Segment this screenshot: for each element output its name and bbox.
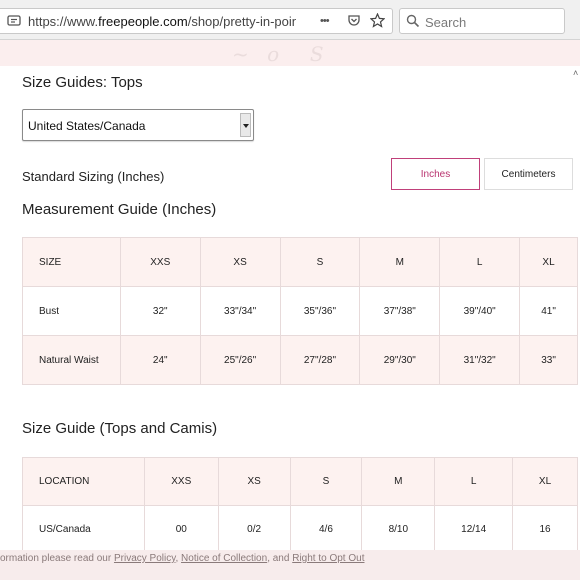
table-cell: 33"	[519, 335, 578, 385]
table-cell: 33"/34"	[199, 286, 281, 336]
table-cell: 25"/26"	[199, 335, 281, 385]
table-header-cell: LOCATION	[22, 457, 145, 506]
more-actions-icon[interactable]: •••	[320, 14, 330, 28]
table-header-cell: XXS	[143, 457, 219, 506]
table-cell: 39"/40"	[439, 286, 521, 336]
cookie-notice-bar: ormation please read our Privacy Policy,…	[0, 550, 580, 580]
measurement-guide-title: Measurement Guide (Inches)	[22, 201, 217, 218]
table-cell: 31"/32"	[439, 335, 521, 385]
table-cell: 00	[143, 505, 219, 554]
browser-toolbar: https://www.freepeople.com/shop/pretty-i…	[0, 0, 580, 40]
table-header-cell: L	[439, 237, 521, 287]
table-row: US/Canada 00 0/2 4/6 8/10 12/14 16	[22, 505, 578, 554]
table-header-cell: SIZE	[22, 237, 121, 287]
table-header-cell: M	[359, 237, 441, 287]
search-bar[interactable]: Search	[399, 8, 565, 34]
table-cell: 8/10	[361, 505, 436, 554]
search-icon	[406, 14, 420, 31]
table-header-cell: L	[434, 457, 514, 506]
size-guide-title: Size Guides: Tops	[22, 74, 143, 91]
measurement-table: SIZE XXS XS S M L XL Bust 32" 33"/34" 35…	[22, 237, 578, 385]
table-cell: 41"	[519, 286, 578, 336]
table-row: Bust 32" 33"/34" 35"/36" 37"/38" 39"/40"…	[22, 286, 578, 336]
page-info-icon[interactable]	[7, 14, 21, 31]
url-path: /shop/pretty-in-pointe	[187, 14, 296, 29]
table-header-cell: XL	[512, 457, 578, 506]
cookie-notice-text: ormation please read our Privacy Policy,…	[0, 553, 364, 564]
tops-size-table: LOCATION XXS XS S M L XL US/Canada 00 0/…	[22, 457, 578, 554]
tops-size-guide-title: Size Guide (Tops and Camis)	[22, 420, 218, 437]
table-cell: 0/2	[217, 505, 291, 554]
chevron-down-icon[interactable]	[240, 113, 251, 137]
url-bar[interactable]: https://www.freepeople.com/shop/pretty-i…	[0, 8, 393, 34]
table-cell: 4/6	[289, 505, 363, 554]
table-row: Natural Waist 24" 25"/26" 27"/28" 29"/30…	[22, 335, 578, 385]
page-banner: ~ o S	[0, 40, 580, 66]
region-select-value: United States/Canada	[28, 119, 146, 133]
cookie-and-text: , and	[267, 553, 293, 564]
region-select[interactable]: United States/Canada	[22, 109, 254, 141]
url-host: freepeople.com	[98, 14, 188, 29]
table-header-row: LOCATION XXS XS S M L XL	[22, 457, 578, 506]
pocket-icon[interactable]	[347, 14, 361, 31]
table-cell: 29"/30"	[359, 335, 441, 385]
table-cell: US/Canada	[22, 505, 145, 554]
bookmark-star-icon[interactable]	[369, 12, 386, 31]
notice-of-collection-link[interactable]: Notice of Collection	[181, 553, 267, 564]
table-header-cell: S	[279, 237, 361, 287]
table-cell: 24"	[119, 335, 201, 385]
privacy-policy-link[interactable]: Privacy Policy	[114, 553, 176, 564]
banner-logo-script: ~ o S	[232, 42, 342, 66]
table-cell: 12/14	[434, 505, 514, 554]
table-cell: 16	[512, 505, 578, 554]
table-header-cell: XS	[217, 457, 291, 506]
table-cell: 32"	[119, 286, 201, 336]
url-text[interactable]: https://www.freepeople.com/shop/pretty-i…	[28, 14, 296, 29]
url-prefix: https://www.	[28, 14, 99, 29]
table-cell: 27"/28"	[279, 335, 361, 385]
right-to-opt-out-link[interactable]: Right to Opt Out	[292, 553, 364, 564]
inches-button[interactable]: Inches	[391, 158, 480, 190]
table-header-cell: XXS	[119, 237, 201, 287]
scrollbar-arrow-icon[interactable]: ˄	[573, 68, 578, 78]
table-header-cell: S	[289, 457, 363, 506]
standard-sizing-label: Standard Sizing (Inches)	[22, 169, 165, 184]
table-header-row: SIZE XXS XS S M L XL	[22, 237, 578, 287]
table-cell: Bust	[22, 286, 121, 336]
table-header-cell: M	[361, 457, 436, 506]
cookie-text-start: ormation please read our	[0, 553, 114, 564]
table-cell: 35"/36"	[279, 286, 361, 336]
table-cell: 37"/38"	[359, 286, 441, 336]
table-header-cell: XL	[519, 237, 578, 287]
table-cell: Natural Waist	[22, 335, 121, 385]
centimeters-button[interactable]: Centimeters	[484, 158, 573, 190]
table-header-cell: XS	[199, 237, 281, 287]
search-input[interactable]: Search	[425, 15, 466, 30]
